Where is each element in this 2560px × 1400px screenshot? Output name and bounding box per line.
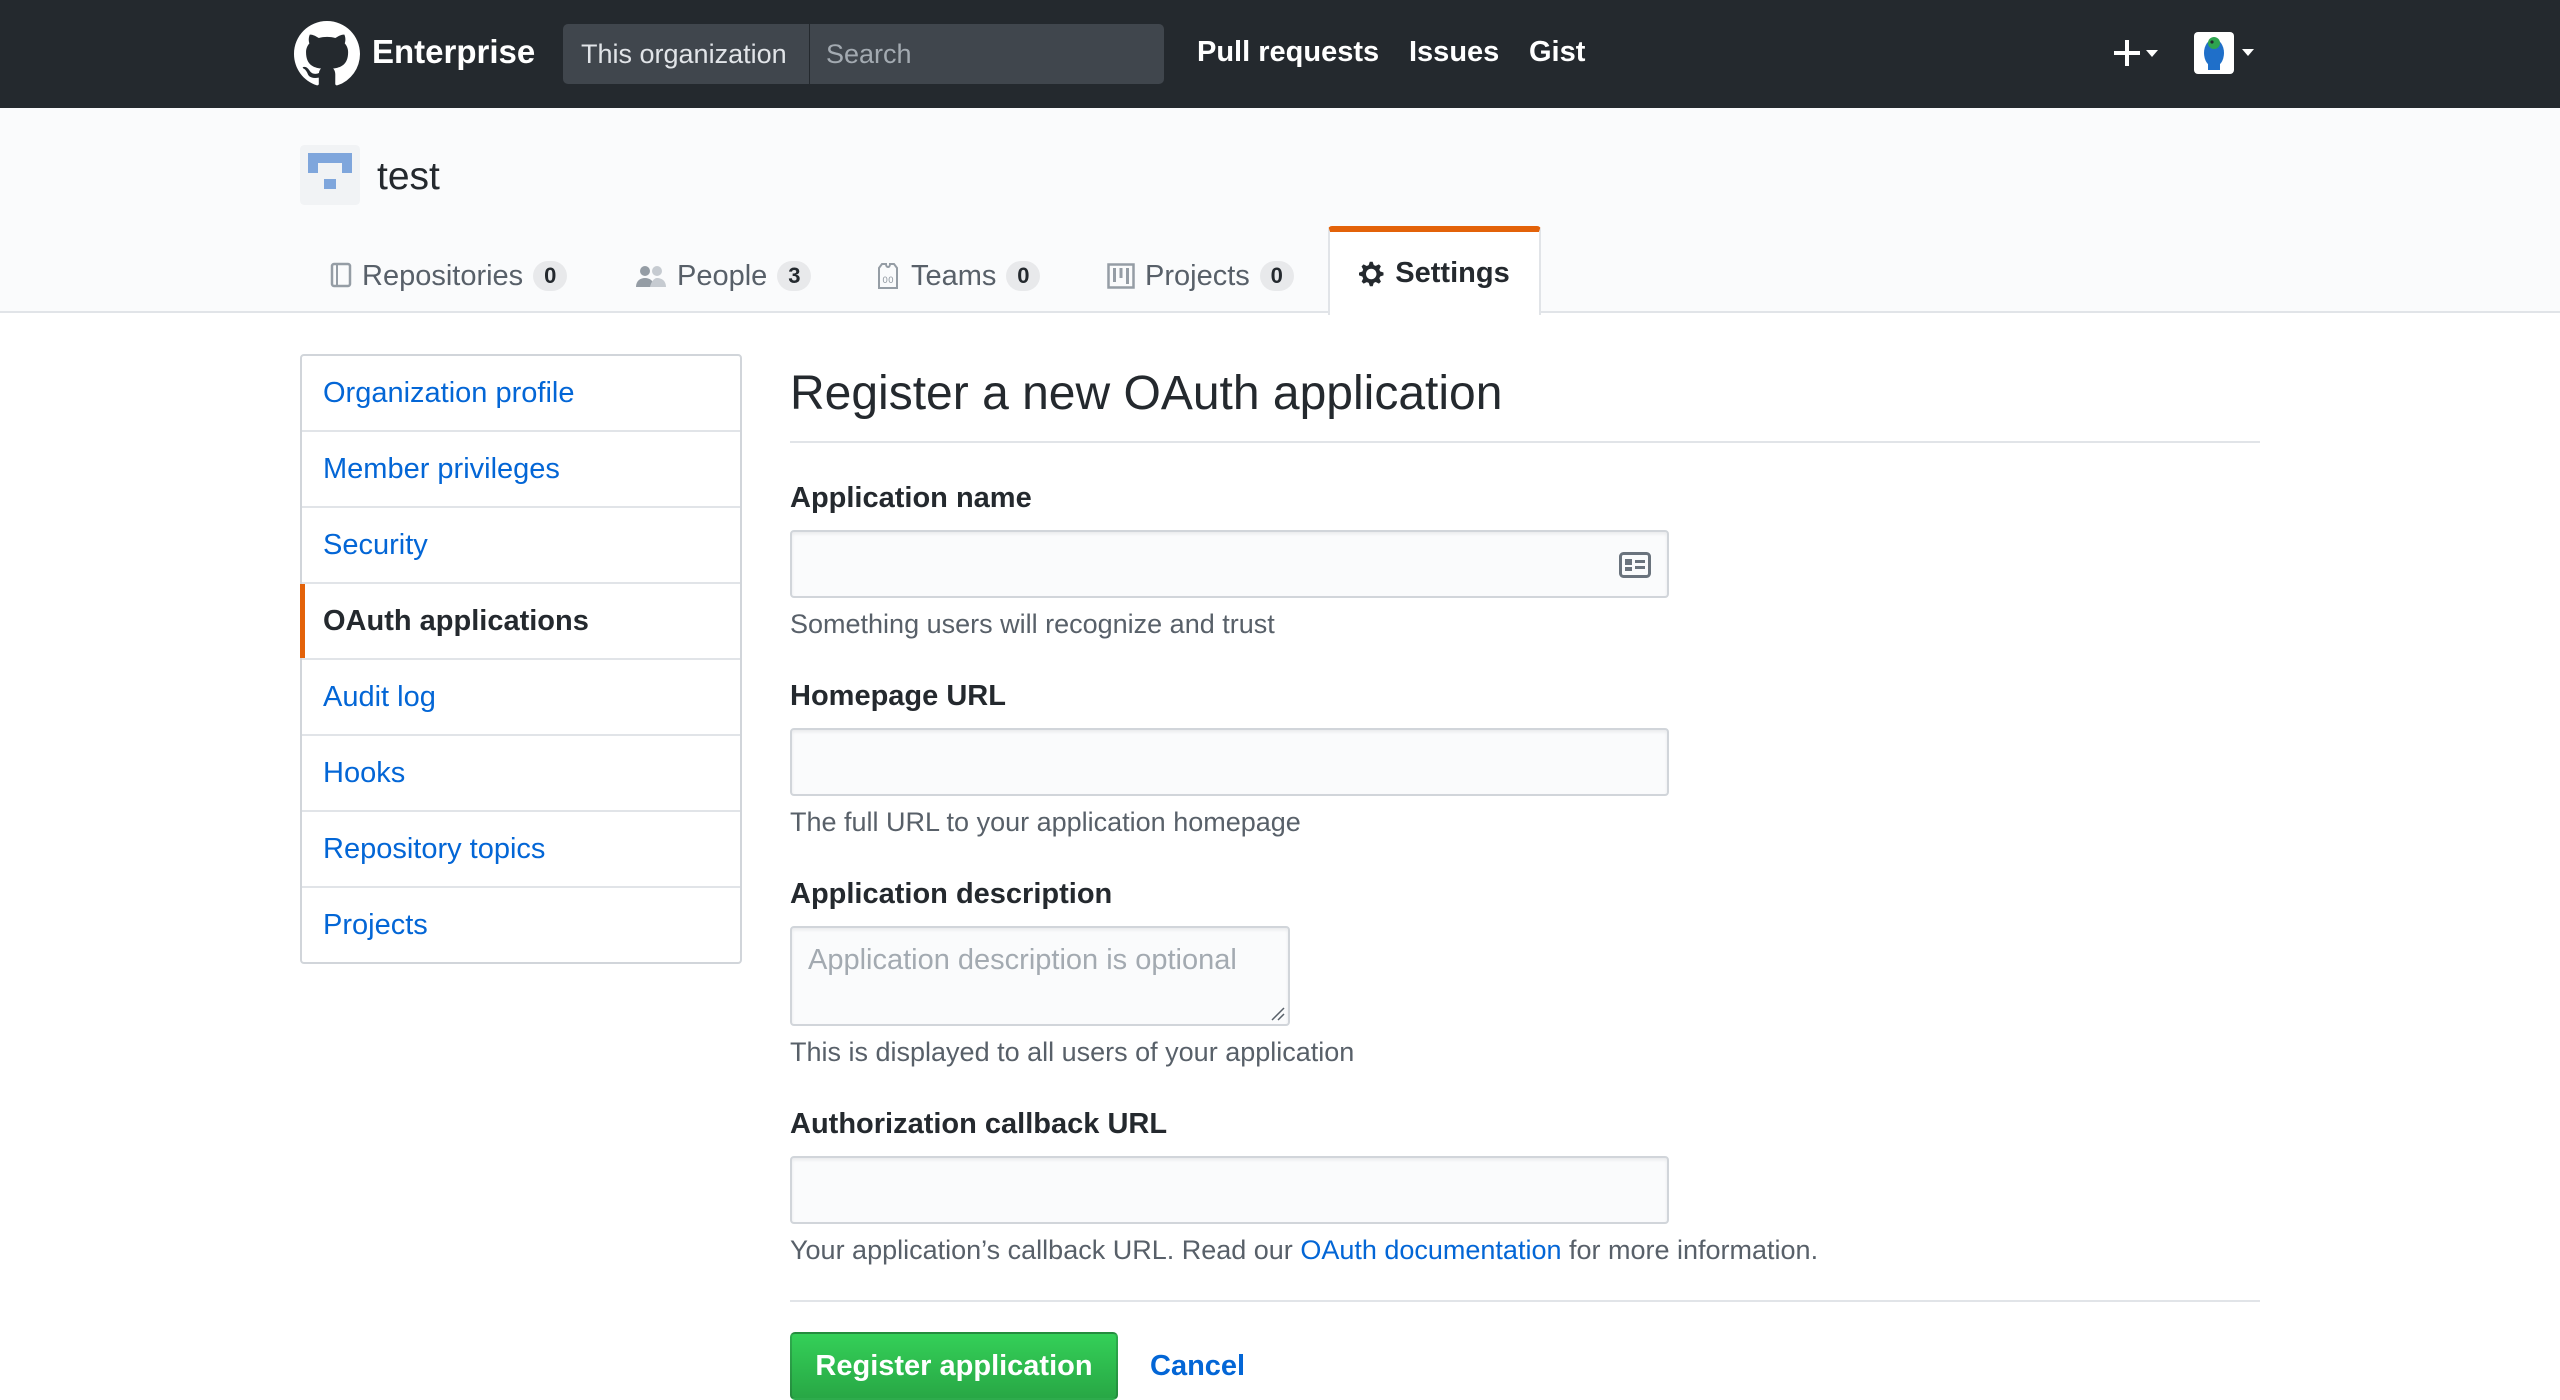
caret-down-icon	[2146, 50, 2158, 57]
app-name-note: Something users will recognize and trust	[790, 609, 1275, 639]
form-divider	[790, 1300, 2260, 1302]
app-description-textarea[interactable]: Application description is optional	[790, 926, 1290, 1026]
people-icon	[635, 263, 667, 289]
textarea-placeholder: Application description is optional	[808, 944, 1237, 976]
tab-label: Projects	[1145, 259, 1250, 292]
user-menu-button[interactable]	[2190, 28, 2260, 78]
top-header: Enterprise This organization Pull reques…	[0, 0, 2560, 108]
project-icon	[1107, 263, 1135, 289]
plus-icon	[2114, 40, 2158, 66]
tab-counter: 0	[1259, 261, 1294, 291]
sidebar-item-oauth-applications[interactable]: OAuth applications	[300, 584, 740, 660]
tab-label: Settings	[1395, 257, 1510, 289]
org-avatar[interactable]	[300, 145, 360, 205]
sidebar-item-security[interactable]: Security	[302, 508, 740, 584]
jersey-icon: 00	[875, 262, 901, 290]
nav-pull-requests[interactable]: Pull requests	[1197, 30, 1379, 74]
search-input[interactable]	[810, 24, 1164, 84]
homepage-url-input[interactable]	[790, 728, 1669, 796]
gear-icon	[1359, 260, 1387, 288]
svg-text:00: 00	[882, 276, 894, 286]
github-logo-icon[interactable]	[294, 21, 360, 87]
nav-issues[interactable]: Issues	[1409, 30, 1499, 74]
tab-people[interactable]: People 3	[635, 238, 812, 314]
app-name-input[interactable]	[790, 530, 1669, 598]
search-scope-badge: This organization	[563, 24, 809, 84]
settings-sidebar: Organization profile Member privileges S…	[300, 354, 742, 964]
tab-label: Repositories	[362, 259, 524, 292]
callback-note-text: for more information.	[1561, 1235, 1819, 1265]
org-name[interactable]: test	[377, 152, 440, 202]
sidebar-item-audit-log[interactable]: Audit log	[302, 660, 740, 736]
tab-counter: 0	[1006, 261, 1041, 291]
callback-note-text: Your application’s callback URL. Read ou…	[790, 1235, 1301, 1265]
caret-down-icon	[2242, 49, 2254, 56]
tab-label: People	[677, 259, 768, 292]
sidebar-item-organization-profile[interactable]: Organization profile	[302, 356, 740, 432]
app-description-label: Application description	[790, 878, 1113, 910]
page-title: Register a new OAuth application	[790, 367, 1503, 420]
callback-url-input[interactable]	[790, 1156, 1669, 1224]
oauth-documentation-link[interactable]: OAuth documentation	[1300, 1235, 1561, 1265]
create-new-button[interactable]	[2108, 26, 2168, 82]
register-application-button[interactable]: Register application	[790, 1332, 1118, 1400]
callback-url-note: Your application’s callback URL. Read ou…	[790, 1232, 1818, 1268]
nav-gist[interactable]: Gist	[1529, 30, 1585, 74]
title-divider	[790, 441, 2260, 443]
tab-projects[interactable]: Projects 0	[1107, 238, 1294, 314]
sidebar-item-repository-topics[interactable]: Repository topics	[302, 812, 740, 888]
cancel-link[interactable]: Cancel	[1150, 1346, 1245, 1386]
tab-repositories[interactable]: Repositories 0	[330, 238, 568, 314]
repo-icon	[330, 262, 352, 290]
sidebar-item-projects[interactable]: Projects	[302, 888, 740, 962]
tab-settings[interactable]: Settings	[1328, 226, 1541, 315]
homepage-url-note: The full URL to your application homepag…	[790, 807, 1301, 837]
callback-url-label: Authorization callback URL	[790, 1108, 1168, 1140]
app-name-label: Application name	[790, 482, 1032, 514]
org-header: test Repositories 0 People 3 00 Teams 0 …	[0, 108, 2560, 315]
tab-counter: 0	[533, 261, 568, 291]
sidebar-item-hooks[interactable]: Hooks	[302, 736, 740, 812]
tab-label: Teams	[911, 259, 997, 292]
sidebar-item-member-privileges[interactable]: Member privileges	[302, 432, 740, 508]
brand-name[interactable]: Enterprise	[372, 30, 535, 74]
resize-handle-icon[interactable]	[1268, 1004, 1286, 1022]
contact-card-icon[interactable]	[1619, 552, 1651, 578]
tab-teams[interactable]: 00 Teams 0	[875, 238, 1041, 314]
tab-counter: 3	[777, 261, 812, 291]
app-description-note: This is displayed to all users of your a…	[790, 1037, 1355, 1067]
homepage-url-label: Homepage URL	[790, 680, 1006, 712]
avatar	[2194, 32, 2254, 74]
